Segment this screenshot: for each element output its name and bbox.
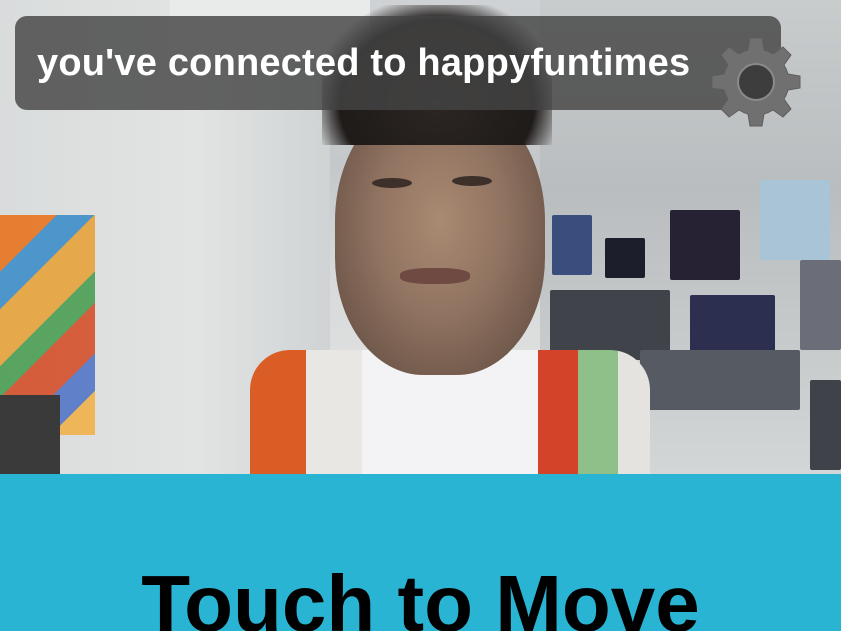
wall-poster (670, 210, 740, 280)
wall-poster (640, 350, 800, 410)
person-mouth (400, 268, 470, 284)
wall-poster (552, 215, 592, 275)
touch-to-move-area[interactable]: Touch to Move (0, 474, 841, 631)
person-eye-right (452, 176, 492, 186)
wall-poster (810, 380, 841, 470)
wall-poster (760, 180, 830, 260)
connection-status-text: you've connected to happyfuntimes (37, 41, 691, 84)
gear-icon (711, 37, 801, 127)
wall-poster (800, 260, 841, 350)
connection-status-banner: you've connected to happyfuntimes (15, 16, 781, 110)
person-eye-left (372, 178, 412, 188)
settings-button[interactable] (706, 32, 806, 132)
dark-object (0, 395, 60, 474)
app-screen: you've connected to happyfuntimes Touch … (0, 0, 841, 631)
touch-to-move-label: Touch to Move (141, 559, 700, 631)
wall-poster (605, 238, 645, 278)
